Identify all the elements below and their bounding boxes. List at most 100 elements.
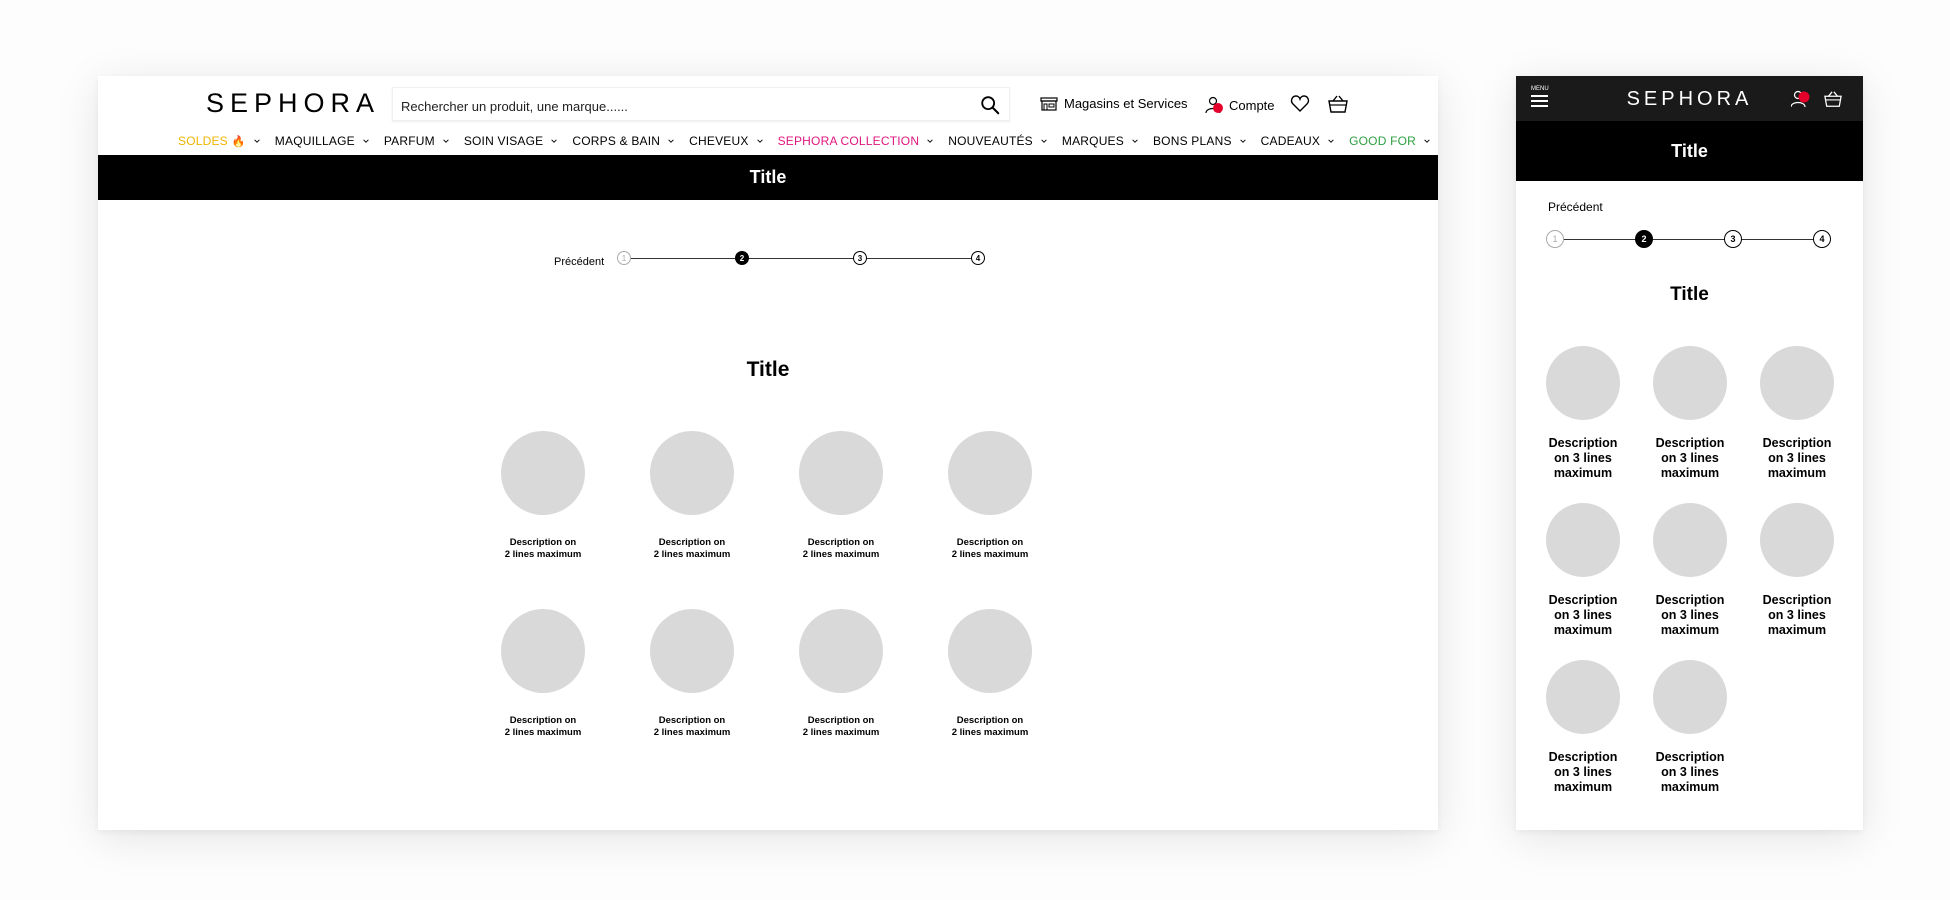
- nav-item[interactable]: PARFUM: [384, 134, 450, 148]
- tile-item[interactable]: Description on 3 lines maximum: [1640, 346, 1740, 481]
- tile-item[interactable]: Description on 2 lines maximum: [488, 609, 598, 738]
- nav-item[interactable]: CHEVEUX: [689, 134, 763, 148]
- tile-image: [1653, 660, 1727, 734]
- nav-item-label: CADEAUX: [1260, 134, 1321, 148]
- sephora-logo[interactable]: SEPHORA: [206, 88, 380, 119]
- fire-icon: 🔥: [231, 135, 246, 148]
- nav-item[interactable]: MARQUES: [1062, 134, 1139, 148]
- stores-link[interactable]: Magasins et Services: [1040, 96, 1188, 111]
- tile-item[interactable]: Description on 3 lines maximum: [1533, 503, 1633, 638]
- tile-description: Description on 3 lines maximum: [1762, 593, 1832, 637]
- section-title: Title: [1670, 284, 1709, 305]
- tile-item[interactable]: Description on 2 lines maximum: [488, 431, 598, 560]
- tile-item[interactable]: Description on 3 lines maximum: [1640, 503, 1740, 638]
- step-3[interactable]: 3: [853, 251, 867, 265]
- mobile-header: MENU SEPHORA: [1516, 76, 1863, 121]
- nav-item-label: SEPHORA COLLECTION: [777, 134, 920, 148]
- section-title: Title: [746, 358, 790, 381]
- tile-image: [1546, 503, 1620, 577]
- step-4[interactable]: 4: [1813, 230, 1831, 248]
- step-1[interactable]: 1: [1546, 230, 1564, 248]
- tile-image: [1653, 346, 1727, 420]
- nav-item[interactable]: SOLDES 🔥: [178, 134, 261, 148]
- tile-description: Description on 3 lines maximum: [1762, 436, 1832, 480]
- title-banner: Title: [98, 155, 1438, 200]
- tile-image: [948, 431, 1032, 515]
- nav-item[interactable]: BONS PLANS: [1153, 134, 1247, 148]
- tile-item[interactable]: Description on 2 lines maximum: [786, 431, 896, 560]
- nav-item[interactable]: NOUVEAUTÉS: [948, 134, 1048, 148]
- mobile-frame: MENU SEPHORA Title Précédent 1234 Title …: [1516, 76, 1863, 830]
- chevron-down-icon: [1239, 139, 1246, 143]
- tile-description: Description on 2 lines maximum: [951, 537, 1029, 560]
- chevron-down-icon: [551, 139, 558, 143]
- nav-item[interactable]: CORPS & BAIN: [572, 134, 675, 148]
- chevron-down-icon: [756, 139, 763, 143]
- tile-image: [799, 609, 883, 693]
- desktop-header: SEPHORA Magasins et Services C: [98, 76, 1438, 154]
- step-3[interactable]: 3: [1724, 230, 1742, 248]
- tile-description: Description on 3 lines maximum: [1655, 750, 1725, 794]
- tile-image: [1546, 346, 1620, 420]
- nav-item[interactable]: GOOD FOR: [1349, 134, 1431, 148]
- stepper-line: [1555, 239, 1822, 240]
- nav-item-label: SOIN VISAGE: [463, 134, 544, 148]
- tile-item[interactable]: Description on 3 lines maximum: [1533, 660, 1633, 795]
- tile-image: [1760, 503, 1834, 577]
- title-banner-text: Title: [1671, 140, 1708, 161]
- search-icon[interactable]: [979, 94, 1001, 116]
- tile-item[interactable]: Description on 3 lines maximum: [1747, 503, 1847, 638]
- store-icon: [1040, 96, 1058, 111]
- progress-stepper: 1 2 3 4: [1546, 230, 1831, 250]
- tile-description: Description on 3 lines maximum: [1548, 593, 1618, 637]
- tile-image: [501, 431, 585, 515]
- step-4[interactable]: 4: [971, 251, 985, 265]
- basket-icon[interactable]: [1823, 90, 1843, 108]
- tile-item[interactable]: Description on 3 lines maximum: [1747, 346, 1847, 481]
- account-link[interactable]: Compte: [1204, 96, 1275, 114]
- tile-description: Description on 3 lines maximum: [1655, 436, 1725, 480]
- nav-item[interactable]: SOIN VISAGE: [464, 134, 559, 148]
- chevron-down-icon: [668, 139, 674, 143]
- step-2[interactable]: 2: [1635, 230, 1653, 248]
- chevron-down-icon: [1424, 139, 1430, 143]
- tile-item[interactable]: Description on 3 lines maximum: [1533, 346, 1633, 481]
- tile-description: Description on 2 lines maximum: [653, 537, 731, 560]
- tile-item[interactable]: Description on 2 lines maximum: [637, 431, 747, 560]
- tile-description: Description on 3 lines maximum: [1655, 593, 1725, 637]
- nav-item[interactable]: SEPHORA COLLECTION: [778, 134, 935, 148]
- tile-item[interactable]: Description on 2 lines maximum: [935, 609, 1045, 738]
- search-bar[interactable]: [392, 87, 1010, 121]
- step-1[interactable]: 1: [617, 251, 631, 265]
- nav-item-label: BONS PLANS: [1152, 134, 1232, 148]
- nav-item[interactable]: CADEAUX: [1261, 134, 1335, 148]
- tile-description: Description on 2 lines maximum: [951, 715, 1029, 738]
- basket-icon[interactable]: [1327, 94, 1349, 114]
- chevron-down-icon: [1328, 139, 1334, 143]
- tile-item[interactable]: Description on 2 lines maximum: [786, 609, 896, 738]
- tile-description: Description on 2 lines maximum: [653, 715, 731, 738]
- nav-item[interactable]: MAQUILLAGE: [275, 134, 370, 148]
- tile-image: [1546, 660, 1620, 734]
- account-icon[interactable]: [1791, 89, 1811, 109]
- main-nav: SOLDES 🔥 MAQUILLAGE PARFUM SOIN VISAGE CORPS …: [178, 131, 1445, 151]
- tile-item[interactable]: Description on 2 lines maximum: [637, 609, 747, 738]
- nav-item-label: CORPS & BAIN: [572, 134, 661, 148]
- tile-description: Description on 2 lines maximum: [802, 537, 880, 560]
- nav-item-label: PARFUM: [383, 134, 435, 148]
- previous-link[interactable]: Précédent: [554, 256, 604, 268]
- nav-item-label: MAQUILLAGE: [274, 134, 355, 148]
- heart-icon[interactable]: [1290, 94, 1310, 114]
- stepper-line: [624, 258, 978, 259]
- previous-link[interactable]: Précédent: [1548, 200, 1603, 214]
- chevron-down-icon: [1041, 139, 1047, 143]
- tile-image: [1760, 346, 1834, 420]
- tile-item[interactable]: Description on 3 lines maximum: [1640, 660, 1740, 795]
- nav-item-label: NOUVEAUTÉS: [948, 134, 1033, 148]
- step-2[interactable]: 2: [735, 251, 749, 265]
- tile-image: [650, 431, 734, 515]
- search-input[interactable]: [399, 95, 963, 117]
- stores-label: Magasins et Services: [1064, 96, 1188, 111]
- tile-item[interactable]: Description on 2 lines maximum: [935, 431, 1045, 560]
- tile-description: Description on 2 lines maximum: [504, 537, 582, 560]
